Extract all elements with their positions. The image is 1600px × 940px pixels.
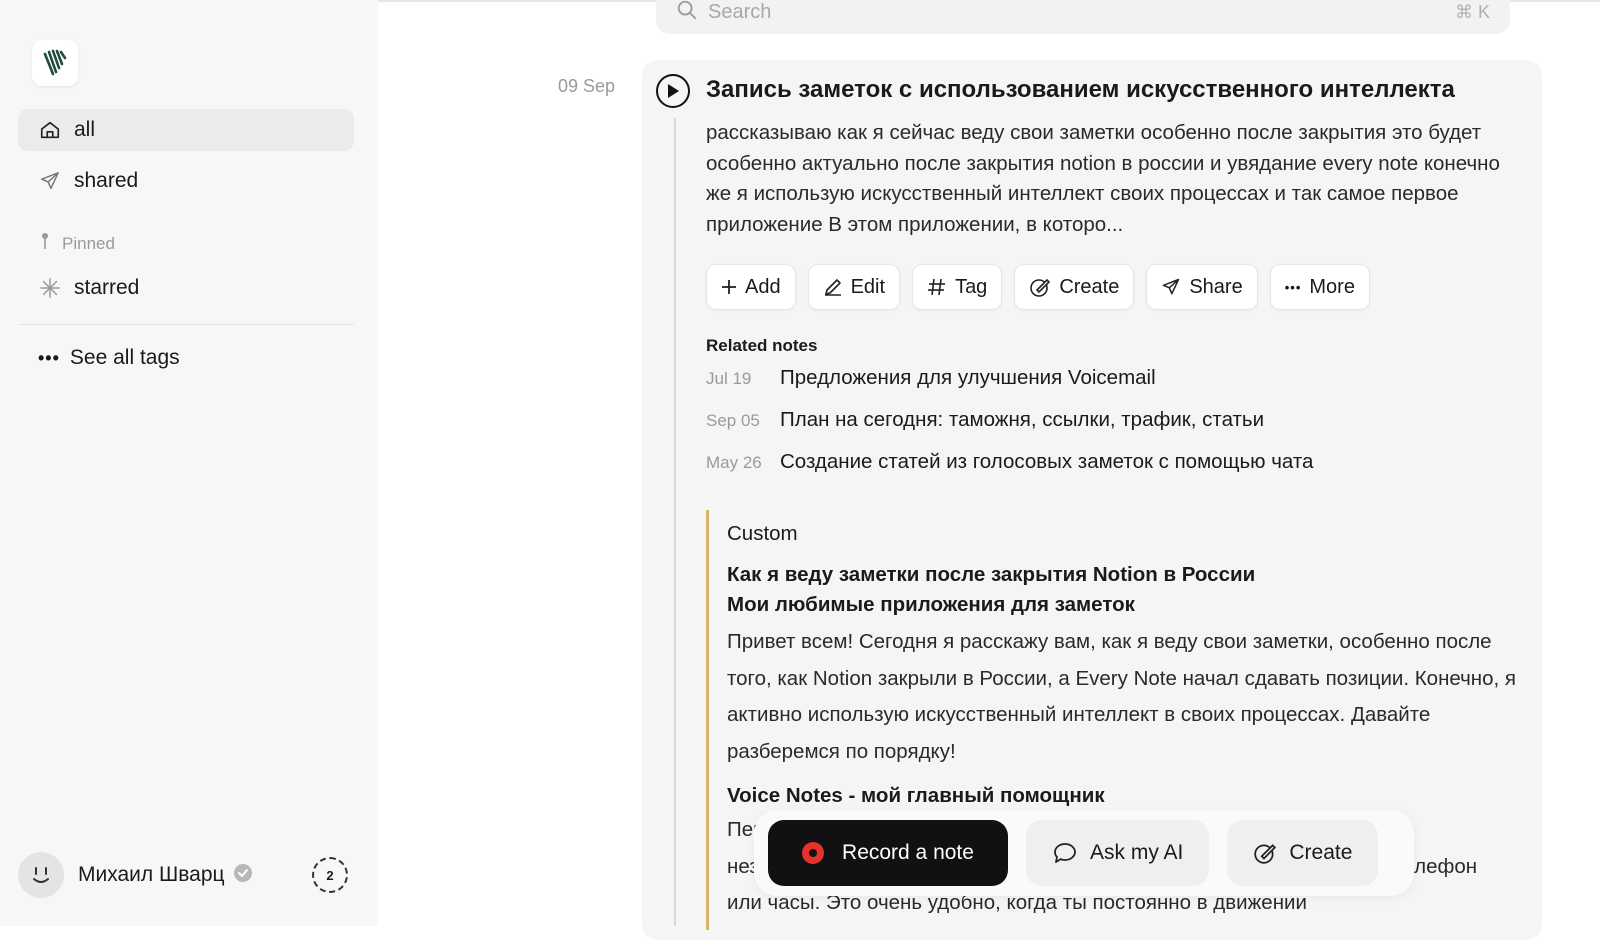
create-ai-button[interactable]: Create (1227, 820, 1379, 886)
pinned-section-label: Pinned (38, 232, 115, 255)
play-icon (668, 84, 679, 98)
paper-plane-icon (38, 169, 62, 193)
sidebar-item-all[interactable]: all (18, 109, 354, 151)
record-icon (802, 842, 825, 864)
custom-subheading: Мои любимые приложения для заметок (727, 593, 1135, 616)
more-button[interactable]: ••• More (1269, 264, 1370, 310)
custom-paragraph: Привет всем! Сегодня я расскажу вам, как… (727, 630, 1517, 763)
related-note-item[interactable]: Sep 05 План на сегодня: таможня, ссылки,… (706, 408, 1264, 432)
username: Михаил Шварц (78, 863, 225, 886)
search-input[interactable]: Search (708, 0, 1455, 24)
note-actions: Add Edit Tag Create Share ••• More (706, 264, 1370, 310)
edit-button[interactable]: Edit (807, 264, 901, 310)
verified-badge-icon (233, 863, 253, 888)
see-all-tags-link[interactable]: ••• See all tags (38, 346, 180, 370)
pencil-icon (823, 277, 843, 297)
sidebar-item-label: shared (74, 169, 139, 192)
related-note-item[interactable]: May 26 Создание статей из голосовых заме… (706, 450, 1313, 474)
logo-icon (43, 49, 67, 76)
ask-ai-button[interactable]: Ask my AI (1026, 820, 1210, 886)
ellipsis-icon: ••• (1284, 279, 1302, 295)
search-shortcut: ⌘ K (1454, 1, 1490, 22)
note-summary: рассказываю как я сейчас веду свои замет… (706, 121, 1500, 236)
sidebar: all shared Pinned starred ••• See all ta… (0, 0, 378, 926)
plus-icon (721, 279, 737, 295)
sidebar-item-label: starred (74, 276, 140, 299)
search-icon (676, 0, 698, 26)
app-logo[interactable] (32, 40, 78, 86)
related-note-date: Sep 05 (706, 411, 760, 430)
hashtag-icon (927, 277, 947, 297)
search-bar[interactable]: Search ⌘ K (656, 0, 1510, 34)
related-note-title: Создание статей из голосовых заметок с п… (780, 450, 1314, 473)
home-icon (38, 118, 62, 142)
related-note-title: План на сегодня: таможня, ссылки, трафик… (780, 408, 1265, 431)
sidebar-item-starred[interactable]: starred (18, 267, 354, 309)
pin-icon (38, 232, 52, 255)
record-note-button[interactable]: Record a note (768, 820, 1008, 886)
sidebar-divider (18, 324, 354, 325)
notification-counter[interactable]: 2 (312, 857, 348, 893)
chat-bubble-icon (1052, 841, 1078, 865)
related-note-item[interactable]: Jul 19 Предложения для улучшения Voicema… (706, 366, 1156, 390)
custom-section-heading: Voice Notes - мой главный помощник (727, 784, 1105, 807)
asterisk-icon (38, 276, 62, 300)
custom-label: Custom (727, 522, 798, 545)
related-note-date: Jul 19 (706, 369, 752, 388)
floating-action-bar: Record a note Ask my AI Create (754, 810, 1414, 896)
add-button[interactable]: Add (706, 264, 796, 310)
tag-button[interactable]: Tag (912, 264, 1003, 310)
paper-plane-icon (1161, 277, 1181, 297)
avatar (18, 852, 64, 898)
sparkle-pen-icon (1029, 276, 1051, 298)
play-button[interactable] (656, 74, 690, 108)
ellipsis-icon: ••• (38, 347, 60, 368)
create-button[interactable]: Create (1014, 264, 1135, 310)
note-title[interactable]: Запись заметок с использованием искусств… (706, 76, 1455, 104)
custom-heading: Как я веду заметки после закрытия Notion… (727, 563, 1256, 586)
user-profile[interactable]: Михаил Шварц (18, 852, 253, 898)
note-date: 09 Sep (558, 76, 616, 96)
sparkle-pen-icon (1253, 841, 1277, 865)
share-button[interactable]: Share (1146, 264, 1258, 310)
smiley-icon (33, 867, 49, 883)
related-notes-heading: Related notes (706, 336, 818, 355)
sidebar-item-label: all (74, 118, 96, 141)
related-note-date: May 26 (706, 453, 762, 472)
note-timeline-line (674, 118, 676, 926)
sidebar-item-shared[interactable]: shared (18, 160, 354, 202)
related-note-title: Предложения для улучшения Voicemail (780, 366, 1156, 389)
